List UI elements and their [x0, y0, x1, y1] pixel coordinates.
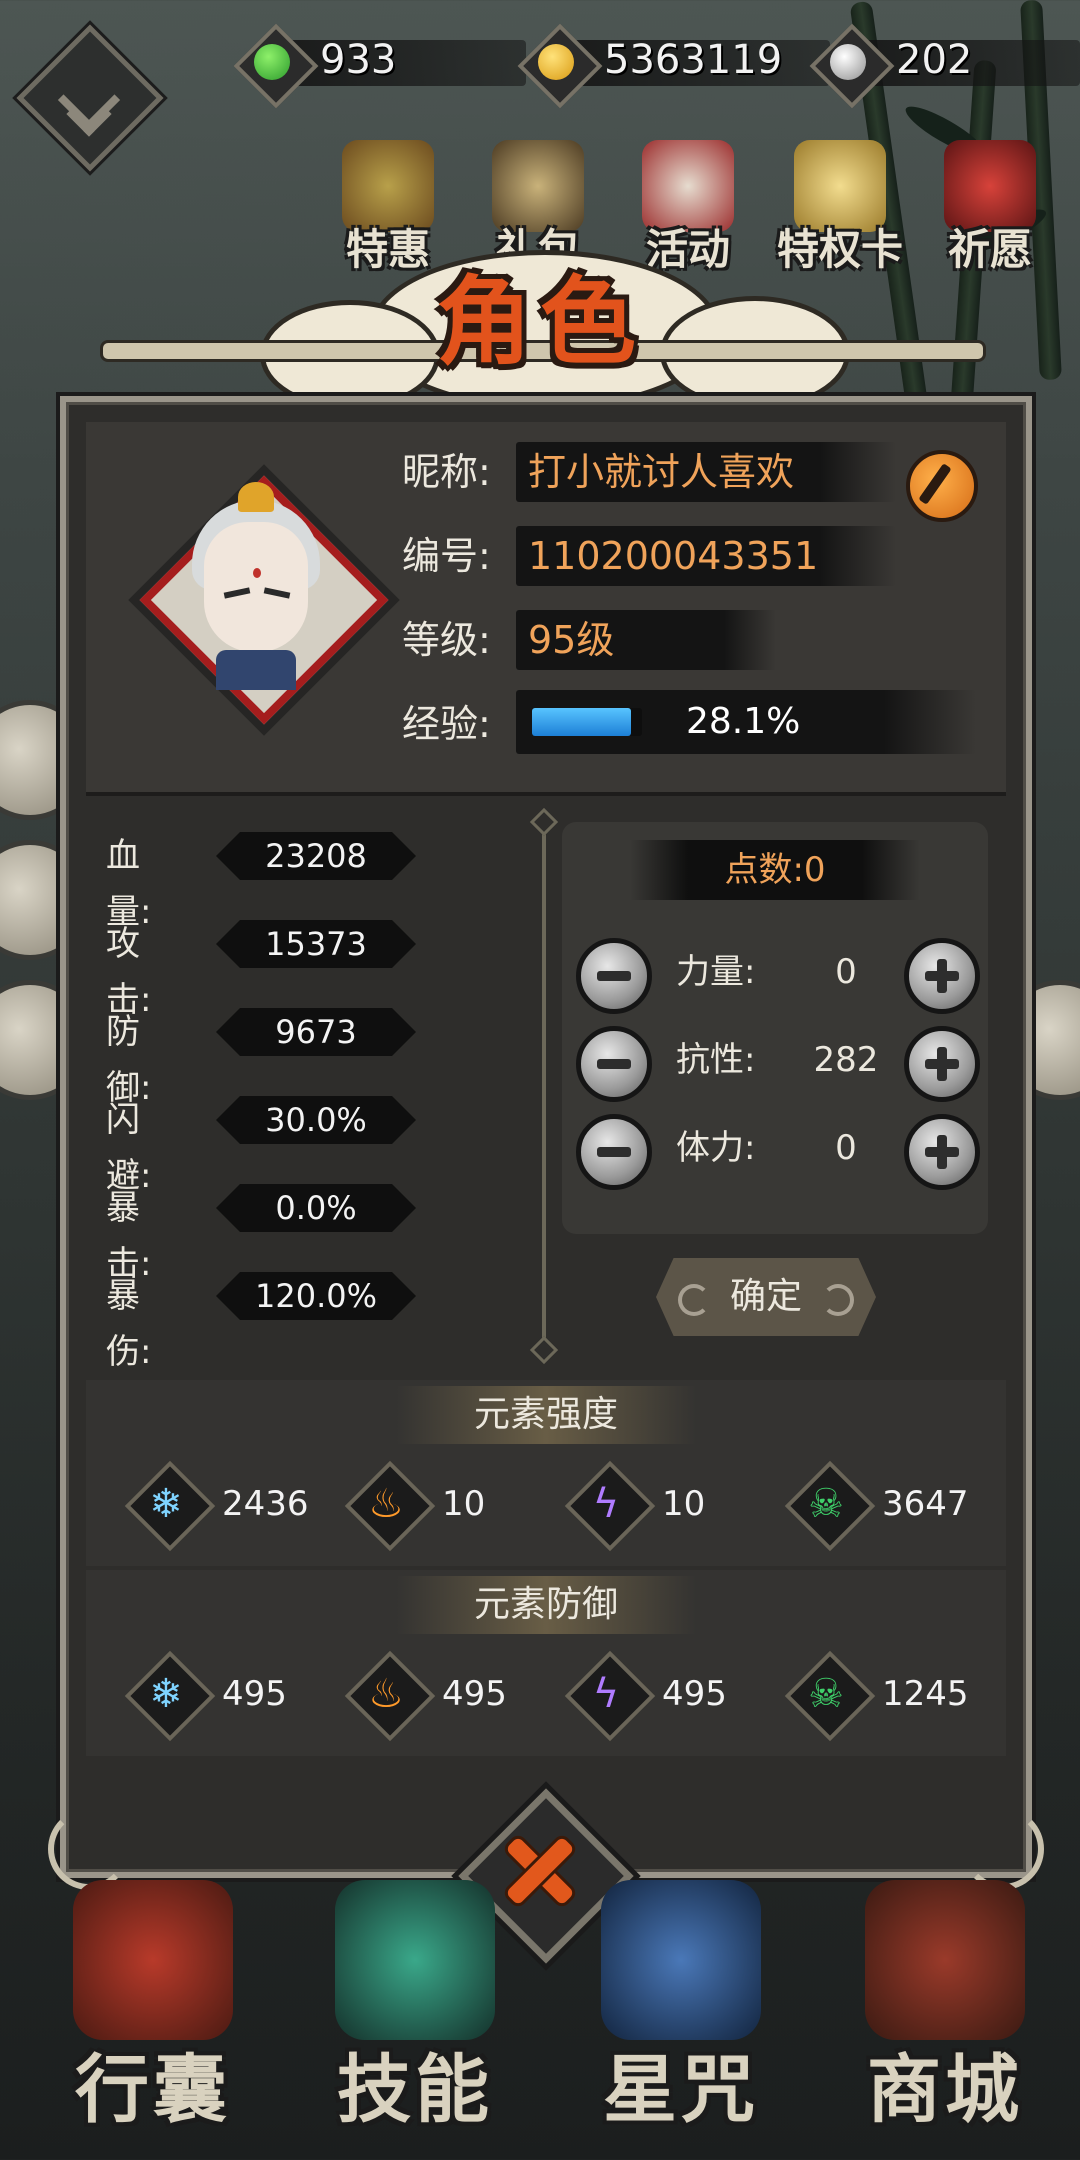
element-strength-title: 元素强度	[396, 1386, 696, 1444]
swirl-ornament-icon	[678, 1284, 710, 1316]
attribute-points-box: 点数:0 力量: 0 抗性: 282 体力: 0	[562, 822, 988, 1234]
attr-resistance: 抗性: 282	[576, 1020, 980, 1102]
scroll-arrow-up	[529, 807, 559, 837]
level-label: 等级:	[402, 618, 491, 662]
element-ice: ❄ 2436	[124, 1460, 328, 1552]
bag-icon	[73, 1880, 233, 2040]
avatar[interactable]	[139, 475, 389, 725]
exp-percent: 28.1%	[686, 701, 801, 742]
currency-gold[interactable]: 5363119	[517, 23, 830, 109]
exp-progress-fill	[532, 708, 631, 736]
element-strength-section: 元素强度 ❄ 2436 ♨ 10 ϟ 10 ☠ 3647	[86, 1380, 1006, 1566]
element-lightning: ϟ 10	[564, 1460, 768, 1552]
silver-amount: 202	[896, 37, 973, 83]
profile-section: 昵称: 打小就讨人喜欢 编号: 110200043351 等级: 95级 经验:…	[86, 422, 1006, 796]
star-chart-icon	[601, 1880, 761, 2040]
plus-icon[interactable]	[904, 938, 980, 1014]
page-title: 角色	[436, 266, 644, 378]
minus-icon[interactable]	[576, 938, 652, 1014]
plus-icon[interactable]	[904, 1114, 980, 1190]
swirl-ornament-icon	[822, 1284, 854, 1316]
fire-icon: ♨	[368, 1481, 404, 1527]
character-panel: 昵称: 打小就讨人喜欢 编号: 110200043351 等级: 95级 经验:…	[48, 396, 1044, 1890]
menu-special-offer[interactable]: 特惠	[318, 140, 458, 274]
exp-label: 经验:	[402, 702, 491, 746]
nav-shop[interactable]: 商城	[830, 1880, 1060, 2150]
element-poison: ☠ 1245	[784, 1650, 988, 1742]
nav-star-spell[interactable]: 星咒	[566, 1880, 796, 2150]
points-remaining: 点数:0	[630, 840, 920, 900]
id-label: 编号:	[402, 534, 491, 578]
element-defense-section: 元素防御 ❄ 495 ♨ 495 ϟ 495 ☠ 1245	[86, 1570, 1006, 1756]
gold-coin-icon	[517, 23, 603, 109]
jade-amount: 933	[320, 37, 397, 83]
currency-silver[interactable]: 202	[809, 23, 1080, 109]
scroll-arrow-down	[529, 1335, 559, 1365]
confirm-button[interactable]: 确定	[656, 1258, 876, 1336]
minus-icon[interactable]	[576, 1114, 652, 1190]
silver-swirl-icon	[809, 23, 895, 109]
element-lightning: ϟ 495	[564, 1650, 768, 1742]
level-value: 95级	[528, 618, 615, 662]
panel-corner-ornament	[962, 1808, 1044, 1890]
minus-icon[interactable]	[576, 1026, 652, 1102]
menu-events[interactable]: 活动	[618, 140, 758, 274]
lightning-icon: ϟ	[592, 1481, 620, 1527]
nickname-label: 昵称:	[402, 450, 491, 494]
level-bar: 95级	[516, 610, 776, 670]
id-bar: 110200043351	[516, 526, 896, 586]
currency-jade[interactable]: 933	[233, 23, 526, 109]
lightning-icon: ϟ	[592, 1671, 620, 1717]
panel-corner-ornament	[48, 1808, 130, 1890]
menu-privilege-card[interactable]: 特权卡	[770, 140, 910, 274]
attr-stamina: 体力: 0	[576, 1108, 980, 1190]
attr-strength: 力量: 0	[576, 932, 980, 1014]
ice-icon: ❄	[149, 1481, 183, 1527]
nickname-value: 打小就讨人喜欢	[528, 450, 795, 494]
element-fire: ♨ 495	[344, 1650, 548, 1742]
poison-skull-icon: ☠	[808, 1481, 844, 1527]
collapse-menu-button[interactable]	[16, 24, 164, 172]
nickname-bar: 打小就讨人喜欢	[516, 442, 896, 502]
ice-icon: ❄	[149, 1671, 183, 1717]
nav-bag[interactable]: 行囊	[38, 1880, 268, 2150]
element-fire: ♨ 10	[344, 1460, 548, 1552]
crown-ornament	[238, 482, 274, 512]
stats-scrollbar[interactable]	[542, 818, 546, 1348]
abacus-icon	[865, 1880, 1025, 2040]
exp-bar: 28.1%	[516, 690, 976, 754]
element-defense-title: 元素防御	[396, 1576, 696, 1634]
nav-skills[interactable]: 技能	[300, 1880, 530, 2150]
plus-icon[interactable]	[904, 1026, 980, 1102]
element-ice: ❄ 495	[124, 1650, 328, 1742]
fire-icon: ♨	[368, 1671, 404, 1717]
green-flame-icon	[233, 23, 319, 109]
edit-nickname-icon[interactable]	[906, 450, 978, 522]
menu-wish[interactable]: 祈愿	[920, 140, 1060, 274]
poison-skull-icon: ☠	[808, 1671, 844, 1717]
id-value: 110200043351	[528, 534, 819, 578]
element-poison: ☠ 3647	[784, 1460, 988, 1552]
gold-amount: 5363119	[604, 37, 783, 83]
dragon-icon	[335, 1880, 495, 2040]
